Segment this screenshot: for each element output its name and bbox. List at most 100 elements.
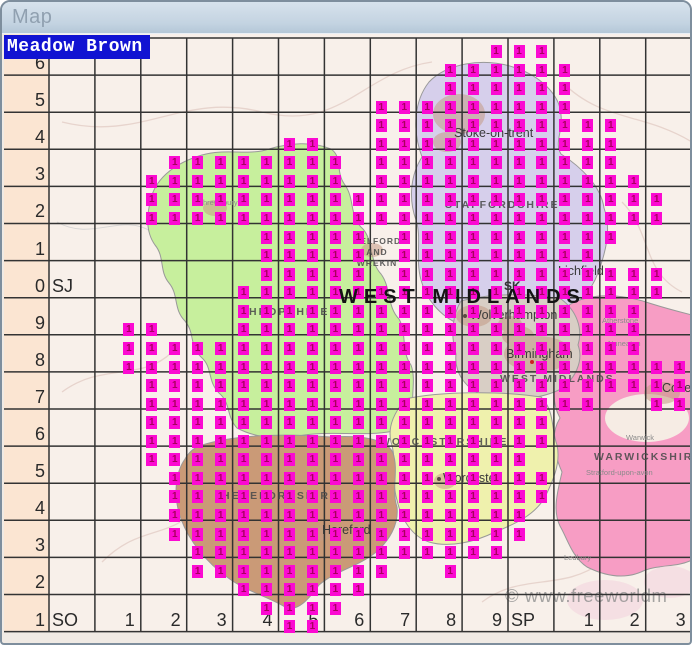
record-marker[interactable]: 1 [352, 193, 364, 207]
record-marker[interactable]: 1 [306, 546, 318, 560]
record-marker[interactable]: 1 [238, 286, 250, 300]
record-marker[interactable]: 1 [146, 434, 158, 448]
record-marker[interactable]: 1 [444, 527, 456, 541]
record-marker[interactable]: 1 [490, 119, 502, 133]
record-marker[interactable]: 1 [306, 379, 318, 393]
record-marker[interactable]: 1 [375, 341, 387, 355]
record-marker[interactable]: 1 [559, 379, 571, 393]
record-marker[interactable]: 1 [146, 379, 158, 393]
record-marker[interactable]: 1 [169, 379, 181, 393]
record-marker[interactable]: 1 [215, 379, 227, 393]
record-marker[interactable]: 1 [261, 583, 273, 597]
record-marker[interactable]: 1 [467, 156, 479, 170]
record-marker[interactable]: 1 [559, 360, 571, 374]
record-marker[interactable]: 1 [490, 434, 502, 448]
record-marker[interactable]: 1 [306, 453, 318, 467]
record-marker[interactable]: 1 [306, 304, 318, 318]
record-marker[interactable]: 1 [306, 341, 318, 355]
record-marker[interactable]: 1 [215, 174, 227, 188]
record-marker[interactable]: 1 [559, 119, 571, 133]
record-marker[interactable]: 1 [513, 45, 525, 58]
record-marker[interactable]: 1 [421, 546, 433, 560]
record-marker[interactable]: 1 [352, 267, 364, 281]
record-marker[interactable]: 1 [329, 453, 341, 467]
record-marker[interactable]: 1 [169, 490, 181, 504]
record-marker[interactable]: 1 [536, 379, 548, 393]
record-marker[interactable]: 1 [238, 453, 250, 467]
record-marker[interactable]: 1 [238, 360, 250, 374]
record-marker[interactable]: 1 [628, 304, 640, 318]
record-marker[interactable]: 1 [559, 100, 571, 114]
record-marker[interactable]: 1 [284, 323, 295, 337]
record-marker[interactable]: 1 [329, 230, 341, 244]
record-marker[interactable]: 1 [421, 230, 433, 244]
record-marker[interactable]: 1 [146, 212, 158, 226]
record-marker[interactable]: 1 [467, 323, 479, 337]
record-marker[interactable]: 1 [238, 490, 250, 504]
record-marker[interactable]: 1 [329, 360, 341, 374]
record-marker[interactable]: 1 [261, 471, 273, 485]
record-marker[interactable]: 1 [444, 341, 456, 355]
record-marker[interactable]: 1 [284, 156, 295, 170]
record-marker[interactable]: 1 [398, 397, 410, 411]
record-marker[interactable]: 1 [261, 230, 273, 244]
record-marker[interactable]: 1 [284, 601, 295, 615]
record-marker[interactable]: 1 [215, 471, 227, 485]
record-marker[interactable]: 1 [215, 397, 227, 411]
record-marker[interactable]: 1 [628, 174, 640, 188]
record-marker[interactable]: 1 [329, 341, 341, 355]
record-marker[interactable]: 1 [467, 82, 479, 96]
record-marker[interactable]: 1 [490, 416, 502, 430]
record-marker[interactable]: 1 [398, 230, 410, 244]
record-marker[interactable]: 1 [238, 546, 250, 560]
record-marker[interactable]: 1 [467, 119, 479, 133]
record-marker[interactable]: 1 [467, 527, 479, 541]
record-marker[interactable]: 1 [375, 434, 387, 448]
record-marker[interactable]: 1 [559, 267, 571, 281]
record-marker[interactable]: 1 [352, 527, 364, 541]
record-marker[interactable]: 1 [329, 471, 341, 485]
record-marker[interactable]: 1 [215, 212, 227, 226]
record-marker[interactable]: 1 [352, 453, 364, 467]
record-marker[interactable]: 1 [192, 341, 204, 355]
record-marker[interactable]: 1 [398, 119, 410, 133]
record-marker[interactable]: 1 [169, 341, 181, 355]
record-marker[interactable]: 1 [513, 490, 525, 504]
record-marker[interactable]: 1 [513, 323, 525, 337]
record-marker[interactable]: 1 [582, 137, 594, 151]
record-marker[interactable]: 1 [490, 137, 502, 151]
record-marker[interactable]: 1 [329, 267, 341, 281]
record-marker[interactable]: 1 [605, 119, 617, 133]
record-marker[interactable]: 1 [375, 397, 387, 411]
record-marker[interactable]: 1 [559, 249, 571, 263]
record-marker[interactable]: 1 [651, 212, 663, 226]
record-marker[interactable]: 1 [192, 156, 204, 170]
record-marker[interactable]: 1 [513, 63, 525, 77]
record-marker[interactable]: 1 [329, 434, 341, 448]
record-marker[interactable]: 1 [329, 156, 341, 170]
record-marker[interactable]: 1 [146, 174, 158, 188]
record-marker[interactable]: 1 [582, 212, 594, 226]
record-marker[interactable]: 1 [513, 527, 525, 541]
record-marker[interactable]: 1 [284, 379, 295, 393]
record-marker[interactable]: 1 [352, 490, 364, 504]
record-marker[interactable]: 1 [306, 434, 318, 448]
record-marker[interactable]: 1 [421, 193, 433, 207]
record-marker[interactable]: 1 [559, 156, 571, 170]
record-marker[interactable]: 1 [284, 509, 295, 522]
record-marker[interactable]: 1 [146, 416, 158, 430]
record-marker[interactable]: 1 [513, 416, 525, 430]
record-marker[interactable]: 1 [582, 360, 594, 374]
record-marker[interactable]: 1 [421, 323, 433, 337]
record-marker[interactable]: 1 [169, 527, 181, 541]
record-marker[interactable]: 1 [284, 564, 295, 578]
record-marker[interactable]: 1 [444, 490, 456, 504]
record-marker[interactable]: 1 [605, 193, 617, 207]
record-marker[interactable]: 1 [444, 174, 456, 188]
record-marker[interactable]: 1 [284, 193, 295, 207]
record-marker[interactable]: 1 [444, 63, 456, 77]
record-marker[interactable]: 1 [398, 100, 410, 114]
record-marker[interactable]: 1 [444, 416, 456, 430]
record-marker[interactable]: 1 [306, 212, 318, 226]
record-marker[interactable]: 1 [421, 397, 433, 411]
